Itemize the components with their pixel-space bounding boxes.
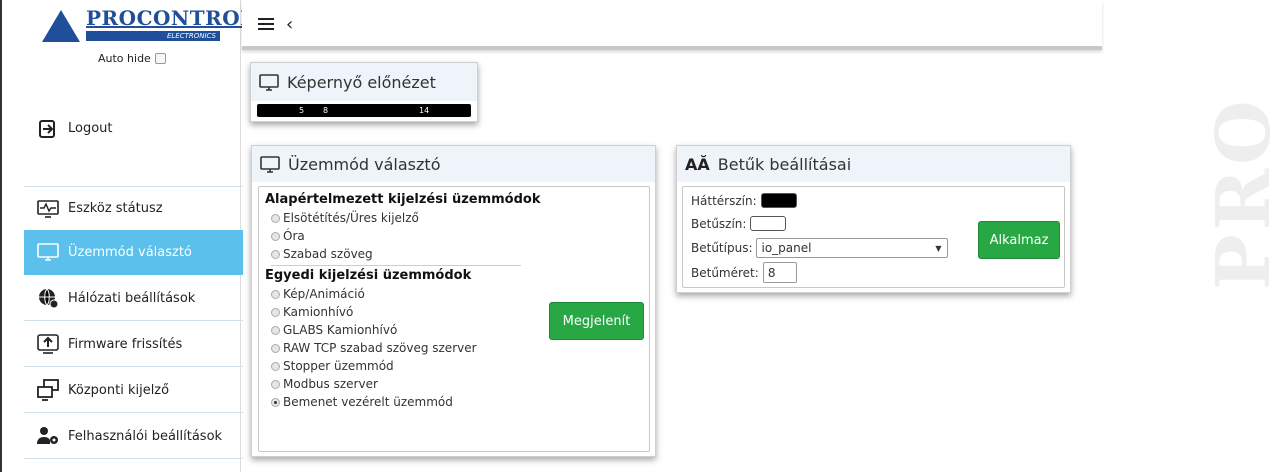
mode-option[interactable]: Stopper üzemmód [265, 357, 643, 375]
sidebar-item-label: Üzemmód választó [68, 244, 192, 260]
logout-icon [36, 118, 60, 140]
mode-option[interactable]: RAW TCP szabad szöveg szerver [265, 339, 643, 357]
upload-icon [36, 333, 60, 355]
radio-button[interactable] [271, 249, 280, 259]
sidebar-item-network[interactable]: Hálózati beállítások [24, 276, 243, 321]
custom-modes-heading: Egyedi kijelzési üzemmódok [265, 268, 472, 283]
sidebar-item-device-status[interactable]: Eszköz státusz [24, 186, 243, 231]
mode-option[interactable]: Elsötétítés/Üres kijelző [265, 209, 643, 227]
sidebar-item-label: Felhasználói beállítások [68, 428, 223, 444]
option-label: Stopper üzemmód [283, 359, 394, 373]
sidebar-item-mode-selector[interactable]: Üzemmód választó [24, 230, 243, 275]
monitor-icon [259, 73, 279, 91]
font-type-value: io_panel [761, 241, 812, 255]
mode-header: Üzemmód választó [252, 146, 655, 182]
font-settings-box: Háttérszín: Betűszín: Betűtípus: io_pane… [682, 186, 1065, 288]
auto-hide-toggle[interactable]: Auto hide [98, 52, 166, 65]
bg-color-picker[interactable] [760, 193, 797, 208]
font-size-row: Betűméret: 8 [691, 262, 797, 283]
fg-color-label: Betűszín: [691, 216, 747, 231]
user-gear-icon [36, 425, 60, 447]
radio-button[interactable] [271, 307, 280, 317]
radio-button[interactable] [271, 213, 280, 223]
radio-button[interactable] [271, 325, 280, 335]
mode-selector-panel: Üzemmód választó Alapértelmezett kijelzé… [251, 145, 656, 457]
radio-button-checked[interactable] [271, 397, 280, 407]
bg-color-label: Háttérszín: [691, 193, 757, 208]
auto-hide-checkbox[interactable] [154, 53, 166, 64]
auto-hide-label: Auto hide [98, 52, 151, 65]
sidebar: PROCONTROL ELECTRONICS Auto hide Logout … [0, 0, 254, 472]
monitor-icon [36, 241, 60, 263]
sidebar-item-label: Hálózati beállítások [68, 290, 196, 306]
sidebar-item-label: Eszköz státusz [68, 201, 163, 216]
radio-button[interactable] [271, 231, 280, 241]
apply-button[interactable]: Alkalmaz [978, 221, 1060, 259]
fg-color-picker[interactable] [750, 216, 787, 231]
preview-value: 14 [419, 106, 430, 115]
back-chevron-icon[interactable]: ‹ [286, 14, 293, 35]
font-header: AĂ Betűk beállításai [677, 146, 1070, 182]
mode-option-selected[interactable]: Bemenet vezérelt üzemmód [265, 393, 643, 411]
show-button[interactable]: Megjelenít [549, 302, 644, 340]
option-label: Kamionhívó [283, 305, 354, 319]
watermark-text: PRO [1201, 96, 1271, 290]
option-label: Óra [283, 229, 305, 243]
font-type-label: Betűtípus: [691, 241, 753, 255]
font-type-row: Betűtípus: io_panel ▼ [691, 238, 949, 258]
dropdown-arrow-icon: ▼ [935, 243, 942, 253]
radio-button[interactable] [271, 289, 280, 299]
sidebar-item-user-settings[interactable]: Felhasználói beállítások [24, 414, 243, 459]
option-label: Bemenet vezérelt üzemmód [283, 395, 453, 409]
font-size-icon: AĂ [685, 154, 710, 174]
mode-option[interactable]: Szabad szöveg [265, 245, 643, 263]
preview-value: 8 [323, 106, 329, 115]
network-gear-icon [36, 287, 60, 309]
logo: PROCONTROL ELECTRONICS [42, 6, 254, 44]
mode-option[interactable]: Óra [265, 227, 643, 245]
mode-options-box: Alapértelmezett kijelzési üzemmódok Elsö… [258, 186, 650, 452]
logo-brand: PROCONTROL [86, 6, 255, 30]
font-settings-panel: AĂ Betűk beállításai Háttérszín: Betűszí… [676, 145, 1071, 293]
hamburger-menu-icon[interactable] [258, 18, 274, 32]
option-label: Kép/Animáció [283, 287, 365, 301]
logout-label: Logout [68, 121, 113, 136]
logo-subtitle: ELECTRONICS [86, 31, 220, 41]
default-modes-heading: Alapértelmezett kijelzési üzemmódok [265, 192, 541, 207]
radio-button[interactable] [271, 361, 280, 371]
preview-value: 5 [299, 106, 305, 115]
radio-button[interactable] [271, 343, 280, 353]
screen-preview-panel: Képernyő előnézet 5 8 14 [250, 62, 478, 122]
mode-title: Üzemmód választó [288, 154, 441, 174]
logout-button[interactable]: Logout [24, 106, 243, 151]
logo-triangle-icon [42, 10, 80, 42]
option-label: GLABS Kamionhívó [283, 323, 398, 337]
top-bar: ‹ [242, 0, 1102, 50]
font-title: Betűk beállításai [717, 154, 852, 174]
option-label: Modbus szerver [283, 377, 378, 391]
sidebar-item-central-display[interactable]: Központi kijelző [24, 368, 243, 413]
font-size-label: Betűméret: [691, 265, 759, 280]
option-label: RAW TCP szabad szöveg szerver [283, 341, 477, 355]
multi-monitor-icon [36, 379, 60, 401]
sidebar-item-label: Központi kijelző [68, 382, 170, 398]
preview-display: 5 8 14 [257, 104, 471, 117]
radio-button[interactable] [271, 379, 280, 389]
preview-header: Képernyő előnézet [251, 63, 477, 101]
font-type-select[interactable]: io_panel ▼ [756, 238, 949, 258]
preview-title: Képernyő előnézet [287, 72, 436, 92]
sidebar-item-firmware[interactable]: Firmware frissítés [24, 322, 243, 367]
pulse-monitor-icon [36, 198, 60, 220]
divider [271, 265, 521, 266]
bg-color-row: Háttérszín: [691, 193, 797, 208]
option-label: Elsötétítés/Üres kijelző [283, 211, 419, 225]
fg-color-row: Betűszín: [691, 216, 787, 231]
monitor-icon [260, 155, 280, 173]
mode-option[interactable]: Modbus szerver [265, 375, 643, 393]
sidebar-item-label: Firmware frissítés [68, 336, 183, 352]
mode-option[interactable]: Kép/Animáció [265, 285, 643, 303]
font-size-input[interactable]: 8 [762, 262, 797, 283]
option-label: Szabad szöveg [283, 247, 373, 261]
watermark: PRO [1195, 0, 1271, 290]
